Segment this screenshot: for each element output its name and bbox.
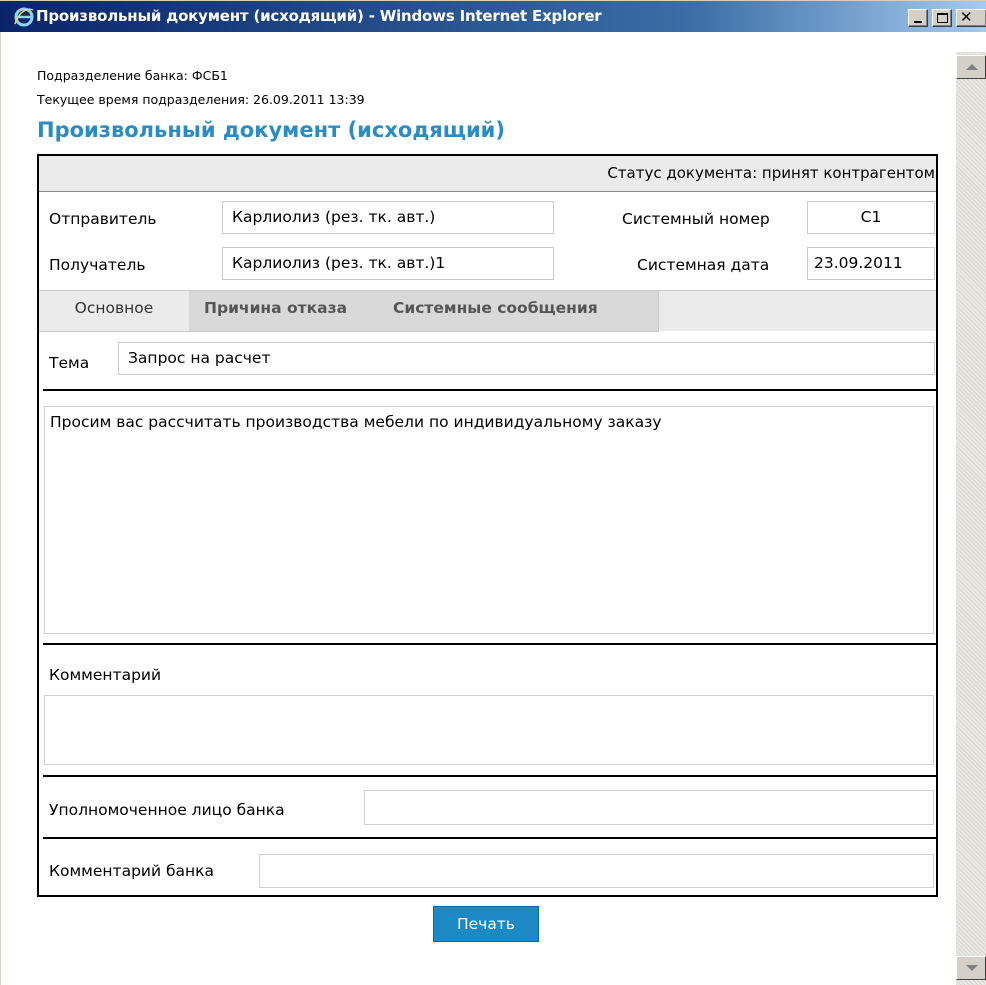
- comment-field[interactable]: [44, 695, 934, 765]
- topic-field[interactable]: Запрос на расчет: [118, 342, 935, 375]
- document-form: Статус документа: принят контрагентом От…: [37, 154, 938, 897]
- bank-authorised-person-field[interactable]: [364, 790, 934, 825]
- system-number-label: Системный номер: [622, 210, 770, 228]
- close-button[interactable]: ✕: [956, 8, 986, 27]
- scroll-up-button[interactable]: [956, 55, 986, 79]
- maximize-icon: [937, 13, 948, 23]
- document-status: Статус документа: принят контрагентом: [607, 164, 935, 182]
- branch-info: Подразделение банка: ФСБ1: [37, 68, 228, 83]
- scroll-up-icon: [966, 64, 978, 70]
- tab-system-messages[interactable]: Системные сообщения: [393, 291, 598, 331]
- comment-label: Комментарий: [49, 666, 162, 684]
- receiver-field[interactable]: Карлиолиз (рез. тк. авт.)1: [222, 247, 554, 280]
- window-titlebar[interactable]: Произвольный документ (исходящий) - Wind…: [0, 0, 986, 32]
- window-frame: [0, 32, 16, 985]
- status-bar: Статус документа: принят контрагентом: [39, 156, 936, 192]
- sender-field[interactable]: Карлиолиз (рез. тк. авт.): [222, 201, 554, 234]
- divider: [43, 389, 936, 391]
- bank-comment-field[interactable]: [259, 854, 934, 888]
- maximize-button[interactable]: [932, 9, 952, 27]
- current-time-info: Текущее время подразделения: 26.09.2011 …: [37, 92, 365, 107]
- scroll-down-icon: [966, 965, 978, 971]
- close-icon: ✕: [960, 8, 973, 26]
- divider: [43, 837, 936, 839]
- scroll-down-button[interactable]: [956, 956, 986, 980]
- vertical-scrollbar[interactable]: [956, 52, 986, 985]
- page-title: Произвольный документ (исходящий): [37, 118, 505, 142]
- system-date-field[interactable]: 23.09.2011: [807, 247, 935, 280]
- divider: [43, 775, 936, 777]
- tab-bar: Основное Причина отказа Системные сообще…: [39, 290, 936, 332]
- receiver-label: Получатель: [49, 256, 146, 274]
- minimize-icon: [914, 21, 922, 23]
- topic-label: Тема: [49, 354, 90, 372]
- ie-icon: [14, 7, 34, 27]
- bank-authorised-person-label: Уполномоченное лицо банка: [49, 801, 285, 819]
- sender-label: Отправитель: [49, 210, 157, 228]
- divider: [43, 643, 936, 645]
- system-number-field[interactable]: С1: [807, 201, 935, 234]
- tab-main[interactable]: Основное: [39, 291, 189, 331]
- print-button[interactable]: Печать: [433, 906, 539, 942]
- window-title: Произвольный документ (исходящий) - Wind…: [36, 7, 602, 25]
- bank-comment-label: Комментарий банка: [49, 862, 215, 880]
- minimize-button[interactable]: [908, 9, 928, 27]
- message-body-field[interactable]: Просим вас рассчитать производства мебел…: [44, 406, 934, 634]
- system-date-label: Системная дата: [637, 256, 770, 274]
- tab-rejection-reason[interactable]: Причина отказа: [204, 291, 347, 331]
